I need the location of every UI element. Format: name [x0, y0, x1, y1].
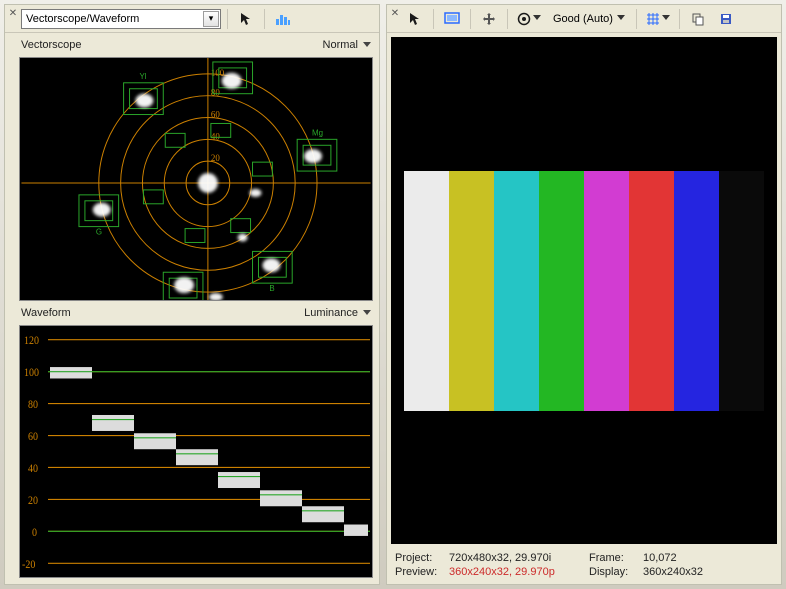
chevron-down-icon — [533, 15, 541, 22]
monitor-button[interactable] — [440, 8, 464, 30]
toolbar-separator — [636, 9, 637, 29]
scope-preset-label: Vectorscope/Waveform — [26, 13, 199, 25]
preview-content: Project: 720x480x32, 29.970i Frame: 10,0… — [387, 33, 781, 584]
scope-preset-combo[interactable]: Vectorscope/Waveform ▾ — [21, 9, 221, 29]
svg-text:80: 80 — [211, 88, 220, 98]
histogram-button[interactable] — [271, 8, 295, 30]
vectorscope-mode-label: Normal — [323, 39, 358, 51]
pan-tool-button[interactable] — [477, 8, 501, 30]
svg-text:40: 40 — [28, 462, 38, 475]
frame-value: 10,072 — [643, 552, 773, 564]
copy-button[interactable] — [686, 8, 710, 30]
svg-text:60: 60 — [211, 110, 220, 120]
svg-text:Yl: Yl — [139, 72, 146, 81]
toolbar-separator — [470, 9, 471, 29]
chevron-down-icon — [662, 15, 670, 22]
svg-text:60: 60 — [28, 431, 38, 444]
vectorscope-header: Vectorscope Normal — [19, 37, 373, 53]
toolbar-separator — [264, 9, 265, 29]
bar-yellow — [449, 171, 494, 411]
vectorscope-mode-dropdown[interactable]: Normal — [323, 39, 371, 51]
svg-text:G: G — [96, 228, 102, 237]
bar-magenta — [584, 171, 629, 411]
svg-text:80: 80 — [28, 399, 38, 412]
preview-quality-dropdown[interactable]: Good (Auto) — [548, 8, 630, 30]
waveform-mode-dropdown[interactable]: Luminance — [304, 307, 371, 319]
svg-text:40: 40 — [211, 131, 220, 141]
vectorscope-svg: 20 40 60 80 100 R Mg B Cy — [20, 58, 372, 300]
svg-text:R: R — [230, 58, 236, 60]
svg-text:B: B — [269, 284, 274, 293]
color-bars — [404, 171, 764, 411]
scopes-content: Vectorscope Normal — [5, 33, 379, 584]
toolbar-separator — [507, 9, 508, 29]
bar-green — [539, 171, 584, 411]
preview-quality-label: Good (Auto) — [553, 13, 613, 25]
app-root: ✕ Vectorscope/Waveform ▾ — [0, 0, 786, 589]
waveform-svg: 120 100 80 60 40 20 0 -20 — [20, 326, 372, 577]
bar-red — [629, 171, 674, 411]
svg-text:20: 20 — [28, 494, 38, 507]
display-label: Display: — [589, 566, 643, 578]
bar-black — [719, 171, 764, 411]
frame-label: Frame: — [589, 552, 643, 564]
vectorscope-title: Vectorscope — [21, 39, 82, 51]
waveform-header: Waveform Luminance — [19, 305, 373, 321]
save-button[interactable] — [714, 8, 738, 30]
toolbar-separator — [679, 9, 680, 29]
chevron-down-icon — [617, 15, 625, 22]
overlay-button[interactable] — [514, 8, 544, 30]
bar-white — [404, 171, 449, 411]
close-icon[interactable]: ✕ — [389, 7, 401, 19]
preview-panel: ✕ Good (Auto) — [386, 4, 782, 585]
chevron-down-icon — [363, 42, 371, 49]
scopes-toolbar: Vectorscope/Waveform ▾ — [5, 5, 379, 33]
pointer-tool-button[interactable] — [234, 8, 258, 30]
chevron-down-icon — [363, 310, 371, 317]
waveform-mode-label: Luminance — [304, 307, 358, 319]
svg-text:120: 120 — [24, 335, 39, 348]
grid-button[interactable] — [643, 8, 673, 30]
pointer-tool-button[interactable] — [403, 8, 427, 30]
svg-text:0: 0 — [32, 526, 37, 539]
svg-text:100: 100 — [24, 367, 39, 380]
toolbar-separator — [227, 9, 228, 29]
preview-label: Preview: — [395, 566, 449, 578]
toolbar-separator — [433, 9, 434, 29]
vectorscope-display: 20 40 60 80 100 R Mg B Cy — [19, 57, 373, 301]
svg-text:-20: -20 — [22, 558, 35, 571]
waveform-title: Waveform — [21, 307, 71, 319]
chevron-down-icon[interactable]: ▾ — [203, 11, 219, 27]
preview-viewport[interactable] — [391, 37, 777, 544]
preview-value: 360x240x32, 29.970p — [449, 566, 589, 578]
status-bar: Project: 720x480x32, 29.970i Frame: 10,0… — [387, 548, 781, 584]
preview-toolbar: Good (Auto) — [387, 5, 781, 33]
svg-text:Mg: Mg — [312, 128, 323, 137]
scopes-panel: ✕ Vectorscope/Waveform ▾ — [4, 4, 380, 585]
svg-text:20: 20 — [211, 153, 220, 163]
bar-blue — [674, 171, 719, 411]
display-value: 360x240x32 — [643, 566, 773, 578]
waveform-display: 120 100 80 60 40 20 0 -20 — [19, 325, 373, 578]
bar-cyan — [494, 171, 539, 411]
project-value: 720x480x32, 29.970i — [449, 552, 589, 564]
project-label: Project: — [395, 552, 449, 564]
close-icon[interactable]: ✕ — [7, 7, 19, 19]
